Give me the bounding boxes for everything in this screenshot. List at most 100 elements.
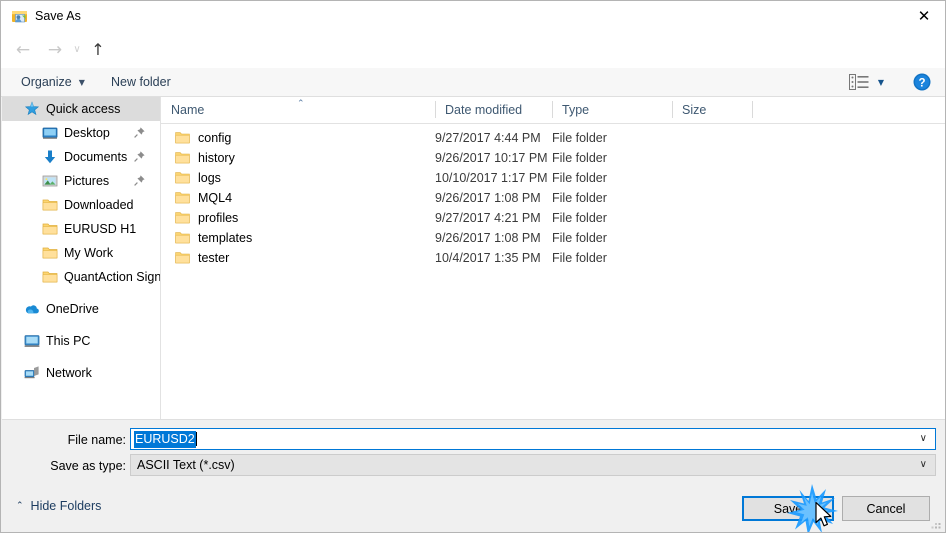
column-divider[interactable]	[752, 101, 753, 118]
navigation-sidebar[interactable]: Quick access Desktop Documents Pictures …	[2, 97, 160, 419]
sidebar-item-pictures[interactable]: Pictures	[2, 169, 160, 193]
sidebar-item-this-pc[interactable]: This PC	[2, 329, 160, 353]
pictures-icon	[42, 175, 58, 187]
cell-date-modified: 9/26/2017 1:08 PM	[435, 231, 541, 245]
cell-type: File folder	[552, 211, 607, 225]
sidebar-item-label: My Work	[64, 246, 114, 260]
up-arrow-icon: ↑	[91, 40, 105, 59]
sidebar-item-documents[interactable]: Documents	[2, 145, 160, 169]
sidebar-item-label: EURUSD H1	[64, 222, 137, 236]
folder-icon	[42, 223, 58, 235]
cancel-button[interactable]: Cancel	[842, 496, 930, 521]
chevron-down-icon[interactable]: ∨	[920, 434, 927, 444]
cell-date-modified: 9/27/2017 4:21 PM	[435, 211, 541, 225]
cell-type: File folder	[552, 251, 607, 265]
file-name-value: EURUSD2	[134, 430, 196, 448]
save-button[interactable]: Save	[742, 496, 834, 521]
sidebar-item-quick-access[interactable]: Quick access	[2, 97, 160, 121]
sidebar-item-my-work[interactable]: My Work	[2, 241, 160, 265]
file-name-input[interactable]: EURUSD2 ∨	[130, 428, 936, 450]
table-row[interactable]: logs 10/10/2017 1:17 PM File folder	[161, 168, 945, 188]
view-list-icon	[849, 74, 869, 90]
sidebar-item-label: Pictures	[64, 174, 110, 188]
save-as-icon	[12, 11, 27, 23]
cell-name: profiles	[198, 211, 239, 225]
close-button[interactable]: ✕	[901, 1, 945, 31]
column-header-size[interactable]: Size	[672, 97, 752, 122]
svg-text:?: ?	[918, 77, 925, 89]
pin-icon[interactable]	[133, 126, 146, 139]
file-name-label: File name:	[67, 433, 126, 447]
column-header-type[interactable]: Type	[552, 97, 672, 122]
table-row[interactable]: MQL4 9/26/2017 1:08 PM File folder	[161, 188, 945, 208]
folder-icon	[42, 247, 58, 259]
file-list-pane[interactable]: Name ⌃ Date modified Type Size config 9/…	[161, 97, 945, 419]
cell-name: tester	[198, 251, 230, 265]
cancel-button-label: Cancel	[866, 501, 906, 516]
sidebar-item-eurusd-h1[interactable]: EURUSD H1	[2, 217, 160, 241]
cell-date-modified: 10/4/2017 1:35 PM	[435, 251, 541, 265]
table-row[interactable]: profiles 9/27/2017 4:21 PM File folder	[161, 208, 945, 228]
folder-icon	[42, 271, 58, 283]
view-options-dropdown[interactable]: ▼	[873, 72, 889, 92]
resize-grip[interactable]	[930, 518, 943, 531]
sidebar-item-label: This PC	[46, 334, 91, 348]
save-as-type-value: ASCII Text (*.csv)	[137, 458, 235, 472]
save-as-type-label: Save as type:	[50, 459, 126, 473]
command-toolbar: Organize ▼ New folder ▼ ?	[1, 68, 945, 97]
forward-button[interactable]: →	[42, 37, 68, 63]
sidebar-item-label: QuantAction Signal	[64, 270, 160, 284]
quick-access-star-icon	[24, 101, 40, 116]
cell-type: File folder	[552, 231, 607, 245]
new-folder-button[interactable]: New folder	[103, 68, 179, 96]
hide-folders-label: Hide Folders	[30, 499, 102, 513]
hide-folders-button[interactable]: ⌃ Hide Folders	[16, 499, 101, 513]
network-icon	[24, 366, 39, 379]
text-caret	[195, 432, 197, 446]
folder-icon	[42, 199, 58, 211]
forward-arrow-icon: →	[47, 39, 63, 60]
navigation-bar: ← → ∨ ↑ « › Roaming › MetaQuotes › Termi…	[1, 32, 945, 93]
help-button[interactable]: ?	[913, 73, 931, 91]
folder-icon	[175, 252, 190, 264]
up-one-level-button[interactable]: ↑	[85, 37, 111, 63]
desktop-icon	[42, 127, 58, 139]
sidebar-item-onedrive[interactable]: OneDrive	[2, 297, 160, 321]
table-row[interactable]: config 9/27/2017 4:44 PM File folder	[161, 128, 945, 148]
table-row[interactable]: history 9/26/2017 10:17 PM File folder	[161, 148, 945, 168]
pin-icon[interactable]	[133, 150, 146, 163]
change-view-button[interactable]	[847, 72, 871, 92]
back-button[interactable]: ←	[10, 37, 36, 63]
chevron-down-icon: ▼	[877, 77, 885, 87]
sidebar-item-label: Network	[46, 366, 92, 380]
title-bar: Save As ✕	[1, 1, 945, 32]
organize-label: Organize	[21, 75, 72, 89]
cell-name: history	[198, 151, 235, 165]
sidebar-item-quantaction-signal[interactable]: QuantAction Signal	[2, 265, 160, 289]
this-pc-monitor-icon	[24, 335, 40, 347]
chevron-down-icon: ▼	[78, 77, 85, 87]
pin-icon[interactable]	[133, 174, 146, 187]
folder-icon	[175, 192, 190, 204]
save-as-type-select[interactable]: ASCII Text (*.csv) ∨	[130, 454, 936, 476]
sidebar-item-desktop[interactable]: Desktop	[2, 121, 160, 145]
recent-locations-button[interactable]: ∨	[69, 37, 85, 63]
column-header-date-modified[interactable]: Date modified	[435, 97, 552, 122]
table-row[interactable]: tester 10/4/2017 1:35 PM File folder	[161, 248, 945, 268]
cell-type: File folder	[552, 151, 607, 165]
back-arrow-icon: ←	[15, 39, 31, 60]
chevron-down-icon[interactable]: ∨	[920, 460, 927, 470]
sidebar-item-downloaded[interactable]: Downloaded	[2, 193, 160, 217]
sidebar-item-network[interactable]: Network	[2, 361, 160, 385]
folder-icon	[175, 232, 190, 244]
table-row[interactable]: templates 9/26/2017 1:08 PM File folder	[161, 228, 945, 248]
documents-download-icon	[44, 150, 56, 164]
organize-button[interactable]: Organize ▼	[13, 68, 93, 96]
cell-type: File folder	[552, 131, 607, 145]
cell-type: File folder	[552, 191, 607, 205]
sidebar-item-label: Desktop	[64, 126, 110, 140]
save-form-area: File name: EURUSD2 ∨ Save as type: ASCII…	[2, 419, 945, 491]
